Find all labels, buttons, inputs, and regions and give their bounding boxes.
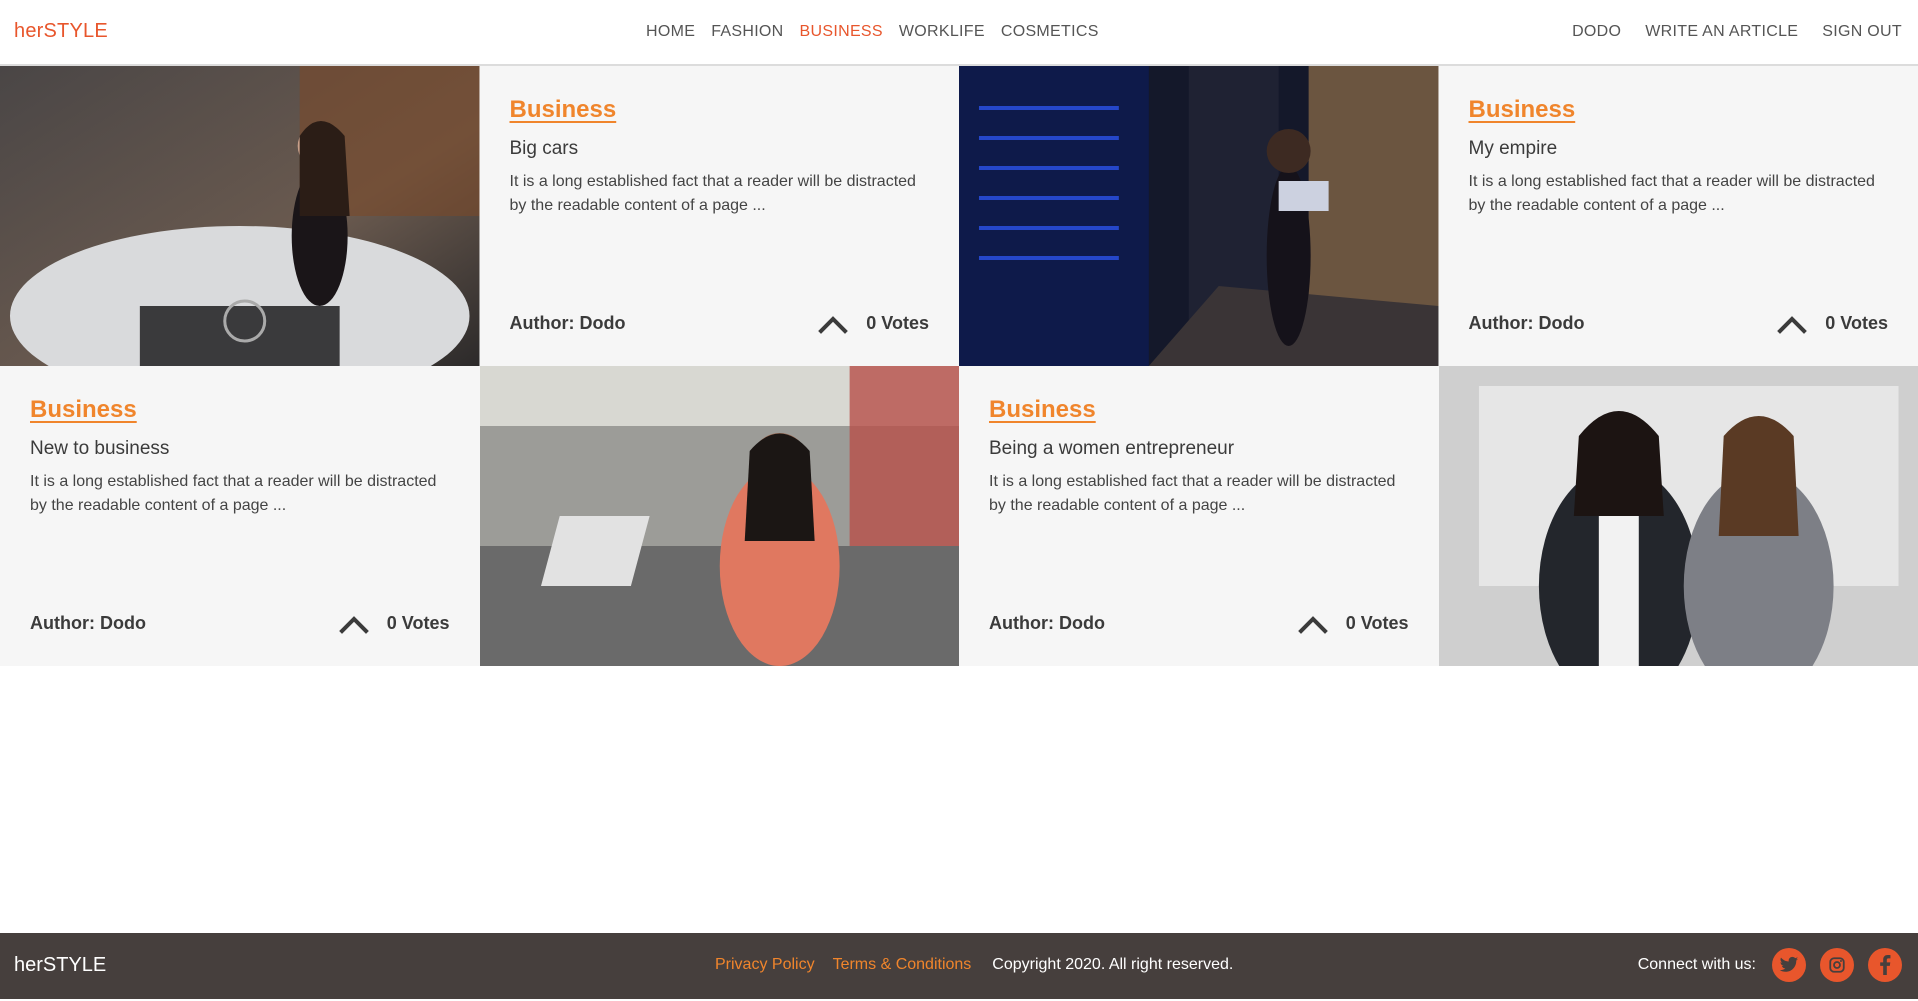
vote-count: 0 Votes (866, 312, 929, 333)
article-card-big-cars[interactable]: Business Big cars It is a long establish… (479, 66, 959, 366)
article-photo (959, 66, 1439, 366)
user-nav: DODO WRITE AN ARTICLE SIGN OUT (1572, 23, 1902, 41)
footer-logo[interactable]: herSTYLE (14, 954, 106, 977)
article-excerpt: It is a long established fact that a rea… (989, 473, 1396, 514)
article-card-my-empire[interactable]: Business My empire It is a long establis… (1438, 66, 1918, 366)
article-author: Author: Dodo (509, 312, 626, 333)
upvote-chevron-icon[interactable] (1777, 312, 1808, 334)
nav-fashion[interactable]: FASHION (711, 23, 783, 41)
article-title[interactable]: New to business (30, 438, 450, 460)
article-excerpt: It is a long established fact that a rea… (509, 173, 916, 214)
article-grid: Business Big cars It is a long establish… (0, 66, 1918, 666)
article-meta: Author: Dodo 0 Votes (1468, 312, 1888, 334)
privacy-policy-link[interactable]: Privacy Policy (715, 956, 815, 974)
article-excerpt: It is a long established fact that a rea… (1468, 173, 1875, 214)
article-author: Author: Dodo (1468, 312, 1585, 333)
site-header: herSTYLE HOME FASHION BUSINESS WORKLIFE … (0, 0, 1918, 66)
vote-count: 0 Votes (1345, 612, 1409, 633)
article-photo (0, 66, 480, 366)
article-card-new-to-business[interactable]: Business New to business It is a long es… (0, 366, 480, 666)
category-link[interactable]: Business (510, 96, 617, 124)
article-photo (479, 366, 959, 666)
article-author: Author: Dodo (30, 612, 146, 633)
article-image-server-room[interactable] (959, 66, 1439, 366)
connect-label: Connect with us: (1637, 956, 1756, 973)
vote-group: 0 Votes (1297, 612, 1409, 634)
upvote-chevron-icon[interactable] (338, 612, 369, 634)
category-link[interactable]: Business (30, 396, 137, 424)
nav-business[interactable]: BUSINESS (800, 23, 883, 41)
terms-link[interactable]: Terms & Conditions (833, 956, 972, 974)
vote-group: 0 Votes (338, 612, 450, 634)
article-card-women-entrepreneur[interactable]: Business Being a women entrepreneur It i… (959, 366, 1439, 666)
write-article-link[interactable]: WRITE AN ARTICLE (1645, 23, 1798, 41)
article-meta: Author: Dodo 0 Votes (30, 612, 450, 634)
nav-worklife[interactable]: WORKLIFE (899, 23, 985, 41)
article-image-office-woman[interactable] (479, 366, 959, 666)
nav-cosmetics[interactable]: COSMETICS (1001, 23, 1099, 41)
article-author: Author: Dodo (989, 612, 1105, 633)
social-links: Connect with us: (1638, 948, 1902, 982)
twitter-icon[interactable] (1772, 948, 1806, 982)
site-footer: herSTYLE Privacy Policy Terms & Conditio… (0, 933, 1918, 999)
article-title[interactable]: My empire (1469, 138, 1889, 160)
facebook-icon[interactable] (1868, 948, 1902, 982)
vote-group: 0 Votes (1777, 312, 1888, 334)
article-title[interactable]: Being a women entrepreneur (989, 438, 1409, 460)
copyright-text: Copyright 2020. All right reserved. (992, 956, 1234, 973)
upvote-chevron-icon[interactable] (818, 312, 849, 334)
nav-home[interactable]: HOME (646, 23, 695, 41)
article-meta: Author: Dodo 0 Votes (989, 612, 1409, 634)
article-excerpt: It is a long established fact that a rea… (30, 473, 437, 514)
article-title[interactable]: Big cars (510, 138, 930, 160)
vote-count: 0 Votes (1825, 312, 1888, 333)
category-link[interactable]: Business (989, 396, 1096, 424)
upvote-chevron-icon[interactable] (1297, 612, 1328, 634)
article-image-two-women[interactable] (1438, 366, 1918, 666)
instagram-icon[interactable] (1820, 948, 1854, 982)
category-link[interactable]: Business (1469, 96, 1576, 124)
site-logo[interactable]: herSTYLE (14, 20, 108, 43)
vote-count: 0 Votes (386, 612, 450, 633)
article-photo (1438, 366, 1918, 666)
vote-group: 0 Votes (818, 312, 929, 334)
sign-out-link[interactable]: SIGN OUT (1822, 23, 1902, 41)
main-nav: HOME FASHION BUSINESS WORKLIFE COSMETICS (646, 23, 1099, 41)
article-meta: Author: Dodo 0 Votes (509, 312, 929, 334)
article-image-woman-car[interactable] (0, 66, 480, 366)
footer-links: Privacy Policy Terms & Conditions Copyri… (715, 956, 1233, 974)
user-profile-link[interactable]: DODO (1572, 23, 1621, 41)
